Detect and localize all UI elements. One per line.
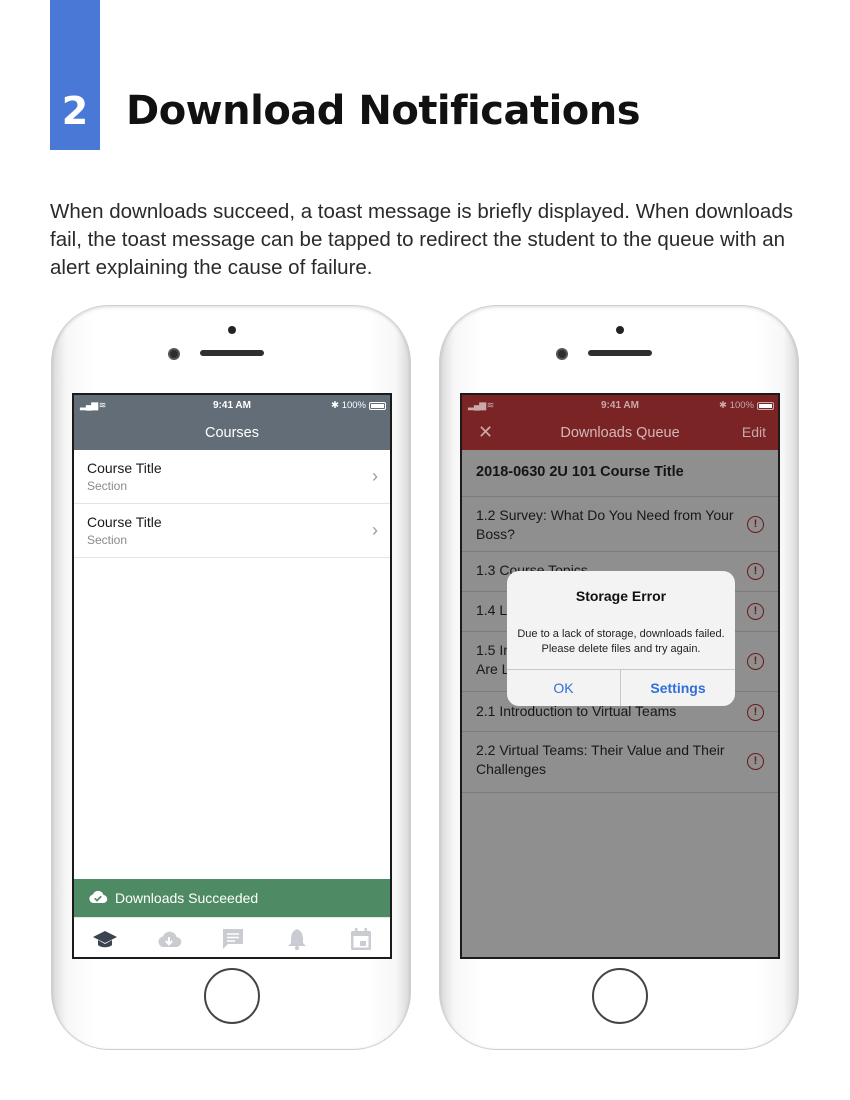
intro-paragraph: When downloads succeed, a toast message … <box>50 200 793 279</box>
courses-nav-bar: ▂▄▆ ≋ 9:41 AM ✱ 100% Courses <box>74 395 390 450</box>
earpiece-speaker <box>588 350 652 356</box>
battery-percent: 100% <box>341 400 366 411</box>
front-sensor <box>616 326 624 334</box>
home-button[interactable] <box>204 968 260 1024</box>
alert-icon[interactable]: ! <box>747 516 764 533</box>
notifications-icon[interactable] <box>284 927 310 951</box>
home-button[interactable] <box>592 968 648 1024</box>
ok-button[interactable]: OK <box>507 669 621 706</box>
bluetooth-battery-text: ✱ 100% <box>719 400 754 411</box>
queue-nav-title: Downloads Queue <box>560 425 680 441</box>
alert-icon[interactable]: ! <box>747 603 764 620</box>
queue-item-title: 2.2 Virtual Teams: Their Value and Their… <box>476 742 725 777</box>
queue-item[interactable]: 2.2 Virtual Teams: Their Value and Their… <box>462 732 778 793</box>
battery-percent: 100% <box>729 400 754 411</box>
dialog-message: Due to a lack of storage, downloads fail… <box>517 628 725 655</box>
alert-icon[interactable]: ! <box>747 753 764 770</box>
courses-icon[interactable] <box>92 927 118 951</box>
messages-icon[interactable] <box>220 927 246 951</box>
queue-item-title: 1.2 Survey: What Do You Need from Your B… <box>476 507 734 542</box>
earpiece-speaker <box>200 350 264 356</box>
edit-button[interactable]: Edit <box>742 424 766 440</box>
section-number-block: 2 <box>50 0 100 150</box>
section-number: 2 <box>61 89 89 133</box>
queue-item[interactable]: 1.2 Survey: What Do You Need from Your B… <box>462 497 778 552</box>
queue-nav-bar: ▂▄▆ ≋ 9:41 AM ✱ 100% ✕ Downloads Queue E… <box>462 395 778 450</box>
status-bar: ▂▄▆ ≋ 9:41 AM ✱ 100% <box>74 395 390 417</box>
tab-bar <box>74 917 390 957</box>
settings-button[interactable]: Settings <box>621 669 735 706</box>
downloads-icon[interactable] <box>156 927 182 951</box>
status-bar: ▂▄▆ ≋ 9:41 AM ✱ 100% <box>462 395 778 417</box>
downloads-succeeded-toast[interactable]: Downloads Succeeded <box>74 879 390 917</box>
page-title: Download Notifications <box>126 88 641 134</box>
alert-icon[interactable]: ! <box>747 563 764 580</box>
phone-mockup-courses: ▂▄▆ ≋ 9:41 AM ✱ 100% Courses Course Titl… <box>51 305 411 1050</box>
course-row[interactable]: Course Title Section › <box>74 504 390 558</box>
bluetooth-battery-text: ✱ 100% <box>331 400 366 411</box>
dialog-title: Storage Error <box>575 588 667 604</box>
battery-icon <box>369 402 386 410</box>
queue-course-title: 2018-0630 2U 101 Course Title <box>476 464 684 480</box>
courses-screen: ▂▄▆ ≋ 9:41 AM ✱ 100% Courses Course Titl… <box>72 393 392 959</box>
course-section: Section <box>87 533 128 547</box>
storage-error-dialog: Storage Error Due to a lack of storage, … <box>507 571 735 706</box>
alert-icon[interactable]: ! <box>747 653 764 670</box>
course-title: Course Title <box>87 514 162 530</box>
battery-icon <box>757 402 774 410</box>
course-row[interactable]: Course Title Section › <box>74 450 390 504</box>
course-title: Course Title <box>87 460 162 476</box>
front-camera <box>556 348 568 360</box>
queue-course-header: 2018-0630 2U 101 Course Title <box>462 450 778 497</box>
downloads-queue-screen: ▂▄▆ ≋ 9:41 AM ✱ 100% ✕ Downloads Queue E… <box>460 393 780 959</box>
front-sensor <box>228 326 236 334</box>
calendar-icon[interactable] <box>348 927 374 951</box>
courses-nav-title: Courses <box>205 425 259 441</box>
course-section: Section <box>87 479 128 493</box>
toast-text: Downloads Succeeded <box>115 890 259 906</box>
cloud-check-icon <box>89 890 108 904</box>
chevron-right-icon: › <box>372 520 378 540</box>
chevron-right-icon: › <box>372 466 378 486</box>
alert-icon[interactable]: ! <box>747 704 764 721</box>
phone-mockup-downloads-queue: ▂▄▆ ≋ 9:41 AM ✱ 100% ✕ Downloads Queue E… <box>439 305 799 1050</box>
front-camera <box>168 348 180 360</box>
